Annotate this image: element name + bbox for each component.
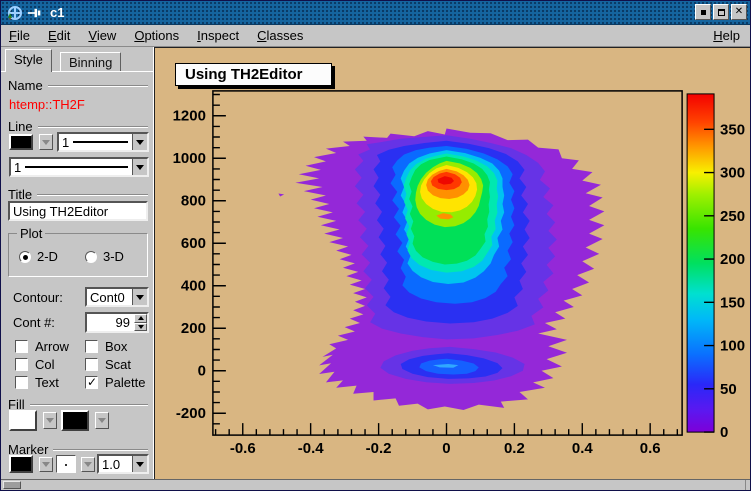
x-tick-label: 0 [442, 440, 450, 457]
marker-color-dropdown[interactable] [39, 457, 53, 472]
line-style-preview [73, 141, 128, 143]
tab-binning[interactable]: Binning [60, 52, 121, 72]
checkbox-arrow[interactable]: Arrow [15, 339, 69, 354]
pin-icon[interactable] [27, 5, 42, 21]
chevron-down-icon[interactable] [132, 134, 147, 150]
palette-tick-label: 350 [720, 121, 745, 138]
y-tick-label: -200 [176, 405, 206, 422]
menu-help[interactable]: Help [713, 28, 740, 43]
palette-tick-label: 150 [720, 294, 745, 311]
menu-bar: File Edit View Options Inspect Classes H… [1, 25, 750, 47]
line-style-combo[interactable]: 1 [57, 132, 149, 152]
x-tick-label: 0.4 [572, 440, 593, 457]
menu-options[interactable]: Options [134, 28, 179, 43]
radio-2d-circle[interactable] [19, 251, 31, 263]
contour-label: Contour: [13, 290, 63, 305]
palette-tick-label: 200 [720, 251, 745, 268]
horizontal-scrollbar[interactable] [1, 479, 750, 490]
marker-style-button[interactable] [56, 455, 76, 473]
menu-edit[interactable]: Edit [48, 28, 70, 43]
plot-title-box: Using TH2Editor [175, 63, 332, 86]
y-tick-label: 400 [181, 278, 206, 295]
y-tick-label: 1000 [173, 150, 206, 167]
palette-tick-label: 300 [720, 165, 745, 182]
scrollbar-thumb[interactable] [3, 481, 21, 489]
fill-pattern-swatch[interactable] [61, 410, 89, 431]
close-icon: ✕ [735, 7, 743, 17]
histogram-name: htemp::TH2F [9, 97, 85, 112]
plot-title: Using TH2Editor [185, 66, 303, 83]
marker-size-combo[interactable]: 1.0 [97, 454, 149, 474]
app-icon[interactable] [5, 5, 23, 21]
checkbox-palette[interactable]: Palette [85, 375, 145, 390]
spin-down-button[interactable] [134, 323, 147, 332]
checkbox-scat[interactable]: Scat [85, 357, 131, 372]
chevron-down-icon[interactable] [132, 456, 147, 472]
contour-count-spinner[interactable]: 99 [85, 312, 149, 333]
line-width-combo[interactable]: 1 [9, 157, 149, 177]
canvas-area[interactable]: Using TH2Editor 120010008006004002000-20… [154, 47, 750, 479]
fill-pattern-dropdown[interactable] [95, 412, 109, 429]
radio-3d-circle[interactable] [85, 251, 97, 263]
checkbox-col[interactable]: Col [15, 357, 55, 372]
y-tick-label: 1200 [173, 108, 206, 125]
radio-3d[interactable]: 3-D [85, 249, 124, 264]
maximize-icon [718, 9, 725, 16]
palette-tick-label: 0 [720, 424, 728, 441]
title-input[interactable]: Using TH2Editor [8, 201, 148, 221]
fill-color-dropdown[interactable] [43, 412, 57, 429]
marker-style-dropdown[interactable] [81, 457, 95, 472]
menu-view[interactable]: View [88, 28, 116, 43]
spin-up-button[interactable] [134, 314, 147, 323]
contour-region [278, 194, 284, 197]
window-title: c1 [50, 5, 64, 20]
x-tick-label: 0.6 [640, 440, 661, 457]
y-tick-label: 600 [181, 235, 206, 252]
x-tick-label: -0.4 [298, 440, 324, 457]
x-tick-label: -0.6 [230, 440, 256, 457]
palette-tick-label: 250 [720, 208, 745, 225]
checkbox-box[interactable]: Box [85, 339, 127, 354]
close-button[interactable]: ✕ [731, 4, 747, 20]
scrollbar-divider [745, 480, 746, 490]
palette-bar[interactable] [687, 94, 714, 432]
plot-group-label: Plot [17, 226, 45, 241]
chevron-down-icon[interactable] [132, 289, 147, 305]
line-color-swatch[interactable] [9, 134, 33, 150]
contour-combo[interactable]: Cont0 [85, 287, 149, 307]
maximize-button[interactable] [713, 4, 729, 20]
palette-tick-label: 50 [720, 381, 737, 398]
plot-svg[interactable]: 120010008006004002000-200-0.6-0.4-0.200.… [155, 48, 750, 479]
minimize-button[interactable] [695, 4, 711, 20]
x-tick-label: -0.2 [366, 440, 392, 457]
menu-file[interactable]: File [9, 28, 30, 43]
checkbox-text[interactable]: Text [15, 375, 59, 390]
line-width-preview [25, 166, 128, 168]
title-bar[interactable]: c1 ✕ [1, 1, 750, 25]
y-tick-label: 800 [181, 193, 206, 210]
line-color-dropdown[interactable] [39, 134, 53, 150]
cont-num-label: Cont #: [13, 315, 55, 330]
palette-tick-label: 100 [720, 338, 745, 355]
menu-inspect[interactable]: Inspect [197, 28, 239, 43]
minimize-icon [701, 10, 706, 15]
root-canvas-window: c1 ✕ File Edit View Options Inspect Clas… [0, 0, 751, 491]
title-section-header: Title [8, 187, 148, 202]
fill-color-swatch[interactable] [9, 410, 37, 431]
tab-style[interactable]: Style [5, 49, 52, 72]
name-section-header: Name [8, 78, 148, 93]
menu-classes[interactable]: Classes [257, 28, 303, 43]
marker-color-swatch[interactable] [9, 455, 33, 473]
y-tick-label: 200 [181, 320, 206, 337]
y-tick-label: 0 [198, 363, 206, 380]
chevron-down-icon[interactable] [132, 159, 147, 175]
editor-panel: Style Binning Name htemp::TH2F Line 1 1 … [1, 47, 154, 479]
x-tick-label: 0.2 [504, 440, 525, 457]
radio-2d[interactable]: 2-D [19, 249, 58, 264]
